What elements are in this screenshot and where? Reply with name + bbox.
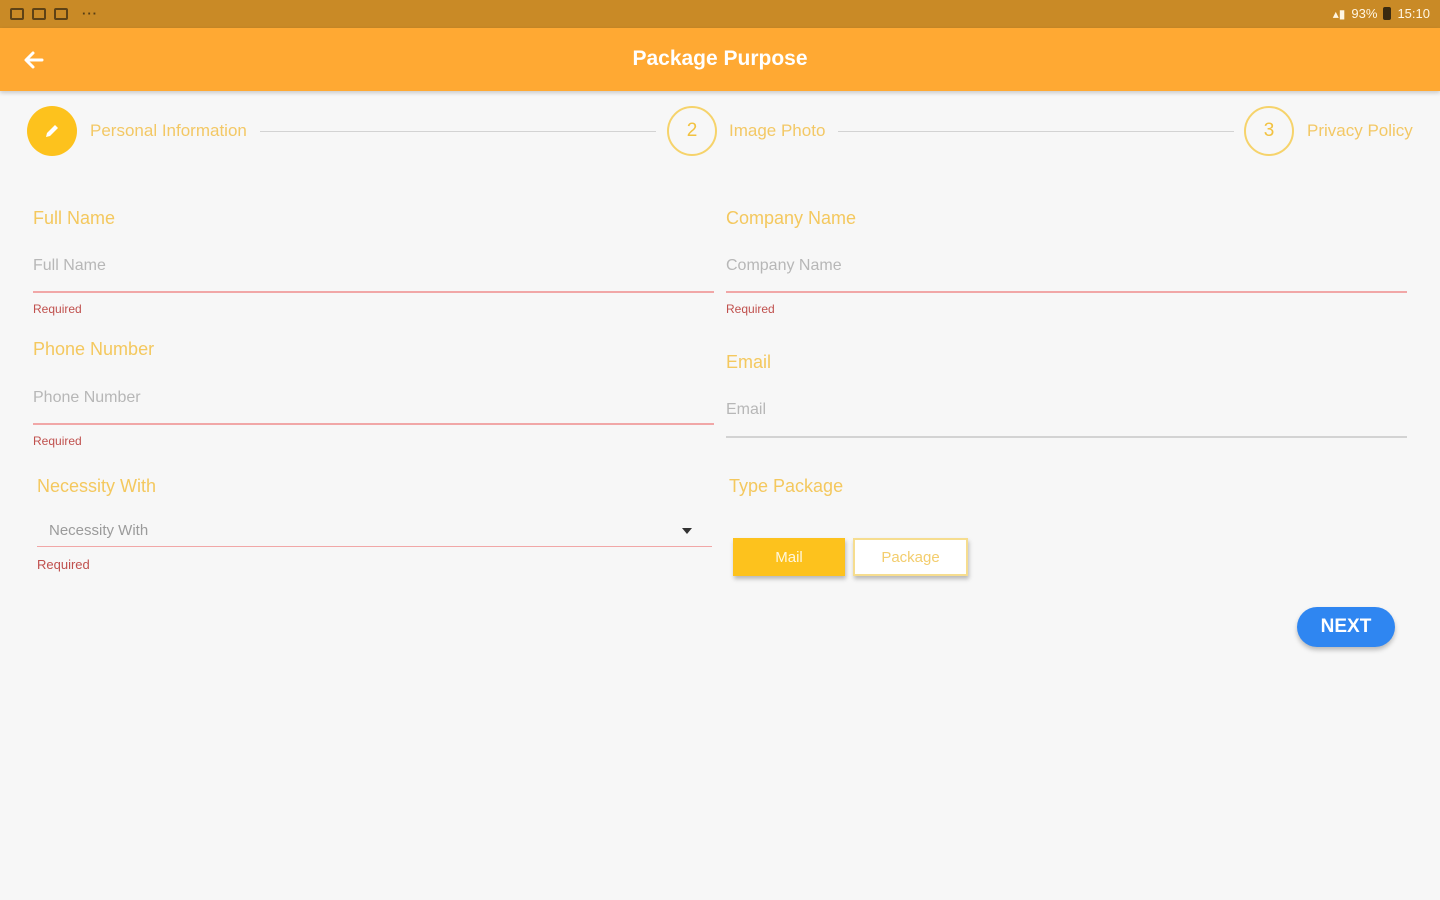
necessity-with-underline [37, 546, 712, 547]
necessity-with-dropdown[interactable]: Necessity With [37, 514, 712, 548]
step-3-label: Privacy Policy [1307, 121, 1413, 140]
phone-number-input[interactable] [33, 378, 713, 418]
type-package-option-package[interactable]: Package [853, 538, 968, 576]
full-name-label: Full Name [33, 208, 116, 228]
more-notifications-icon: ··· [82, 6, 98, 21]
phone-number-underline [33, 423, 714, 425]
necessity-with-error: Required [37, 557, 90, 572]
step-2-label: Image Photo [729, 121, 826, 140]
type-package-label: Type Package [729, 476, 844, 496]
email-label: Email [726, 352, 772, 372]
step-connector-1 [260, 131, 656, 132]
company-name-error: Required [726, 302, 775, 316]
wifi-signal-icon: ▴▮ [1332, 6, 1346, 21]
email-input[interactable] [726, 390, 1406, 430]
battery-percent: 93% [1351, 6, 1378, 21]
pencil-icon [46, 125, 58, 137]
step-1-label: Personal Information [90, 121, 247, 140]
step-1-circle[interactable] [27, 106, 77, 156]
dropdown-caret-icon [682, 528, 692, 534]
stepper: Personal Information 2 Image Photo 3 Pri… [0, 100, 1440, 162]
phone-number-label: Phone Number [33, 339, 155, 359]
bag-icon [54, 7, 68, 20]
step-connector-2 [838, 131, 1234, 132]
status-bar-right: ▴▮ 93% 15:10 [1333, 6, 1430, 21]
company-name-underline [726, 291, 1407, 293]
necessity-with-label: Necessity With [37, 476, 157, 496]
sim-icon [32, 7, 46, 20]
next-button[interactable]: NEXT [1297, 607, 1395, 647]
company-name-input[interactable] [726, 246, 1406, 286]
status-bar-left: ··· [10, 6, 98, 21]
email-underline [726, 436, 1407, 438]
step-3-circle[interactable]: 3 [1244, 106, 1294, 156]
full-name-error: Required [33, 302, 82, 316]
phone-number-error: Required [33, 434, 82, 448]
gallery-icon [10, 7, 24, 20]
page-title: Package Purpose [632, 47, 808, 70]
full-name-input[interactable] [33, 246, 713, 286]
clock: 15:10 [1397, 6, 1430, 21]
necessity-with-value: Necessity With [49, 522, 149, 539]
company-name-label: Company Name [726, 208, 857, 228]
status-bar: ··· ▴▮ 93% 15:10 [0, 0, 1440, 28]
full-name-underline [33, 291, 714, 293]
app-bar: Package Purpose [0, 28, 1440, 91]
type-package-option-mail[interactable]: Mail [733, 538, 845, 576]
battery-icon [1383, 7, 1392, 20]
step-2-circle[interactable]: 2 [667, 106, 717, 156]
